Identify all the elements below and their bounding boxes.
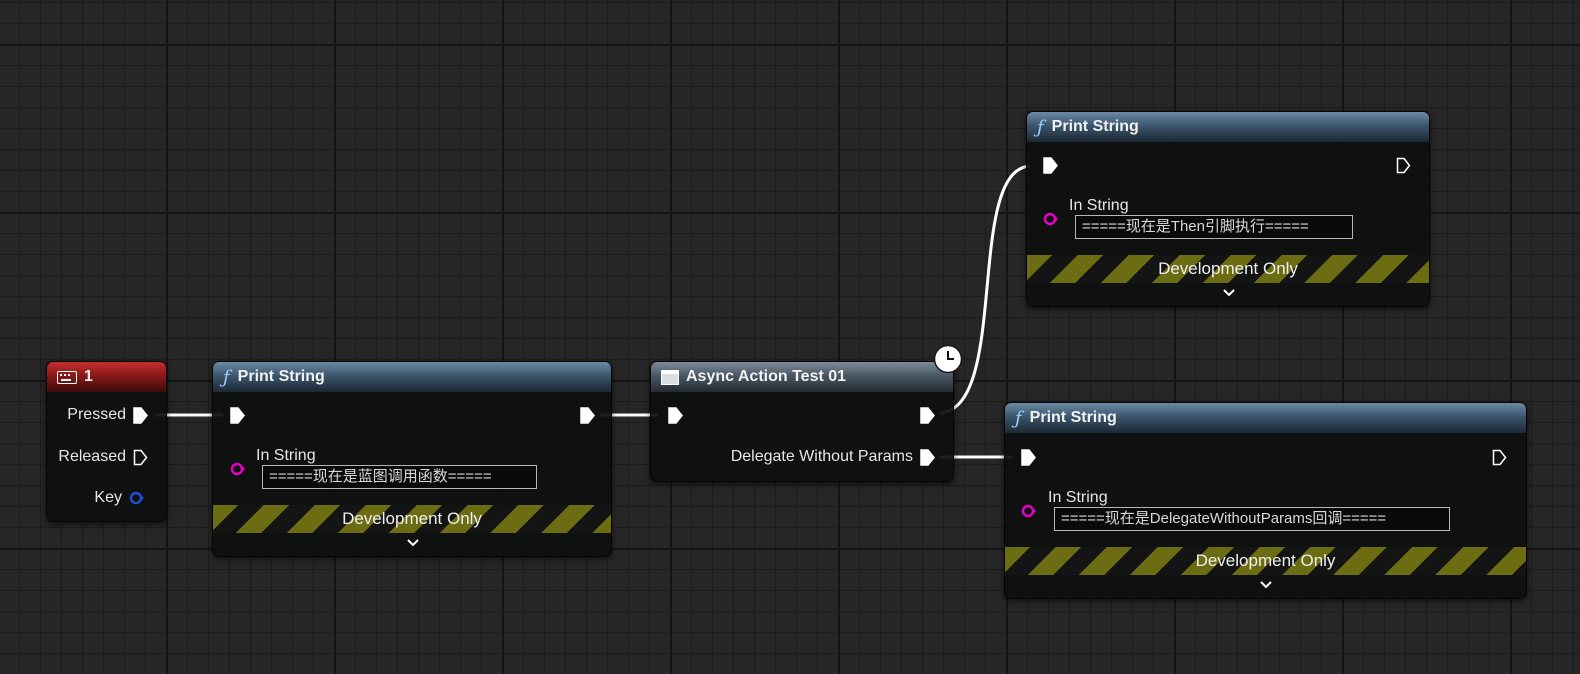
- print-string-3-header[interactable]: ƒ Print String: [1005, 403, 1526, 433]
- async-exec-in[interactable]: [668, 407, 683, 424]
- window-icon: [661, 369, 679, 385]
- in-string-label-1: In String: [256, 447, 316, 464]
- key-pin-label: Key: [94, 489, 122, 506]
- print-string-1-exec-in[interactable]: [230, 407, 245, 424]
- development-only-bar-3: Development Only: [1005, 547, 1526, 575]
- function-icon: ƒ: [1015, 407, 1022, 429]
- function-icon: ƒ: [1037, 116, 1044, 138]
- pressed-pin-label: Pressed: [67, 406, 126, 423]
- print-string-2-exec-out[interactable]: [1396, 157, 1411, 174]
- clock-icon: [933, 344, 963, 374]
- function-icon: ƒ: [223, 366, 230, 388]
- print-string-2-exec-in[interactable]: [1043, 157, 1058, 174]
- print-string-1-title: Print String: [237, 368, 325, 385]
- print-string-1-exec-out[interactable]: [580, 407, 595, 424]
- async-action-header[interactable]: Async Action Test 01: [651, 362, 953, 392]
- in-string-field-2[interactable]: =====现在是Then引脚执行=====: [1075, 215, 1353, 239]
- print-string-3-title: Print String: [1029, 409, 1117, 426]
- in-string-pin-2[interactable]: [1043, 211, 1059, 227]
- print-string-1-header[interactable]: ƒ Print String: [213, 362, 611, 392]
- delegate-exec-out[interactable]: [920, 449, 935, 466]
- print-string-2-header[interactable]: ƒ Print String: [1027, 112, 1429, 142]
- pressed-exec-pin[interactable]: [133, 407, 148, 424]
- expand-chevron-icon-1[interactable]: [406, 538, 420, 548]
- development-only-bar-2: Development Only: [1027, 255, 1429, 283]
- key-event-header[interactable]: 1: [47, 362, 166, 392]
- expand-chevron-icon-2[interactable]: [1222, 288, 1236, 298]
- print-string-node-2[interactable]: ƒ Print String In String =====现在是Then引脚执…: [1026, 111, 1430, 307]
- async-action-node[interactable]: Async Action Test 01 Delegate Without Pa…: [650, 361, 954, 482]
- delegate-pin-label: Delegate Without Params: [730, 448, 913, 465]
- key-struct-pin[interactable]: [129, 490, 145, 506]
- expand-chevron-icon-3[interactable]: [1259, 580, 1273, 590]
- print-string-3-exec-in[interactable]: [1021, 449, 1036, 466]
- in-string-label-2: In String: [1069, 197, 1129, 214]
- released-exec-pin[interactable]: [133, 449, 148, 466]
- in-string-field-1[interactable]: =====现在是蓝图调用函数=====: [262, 465, 537, 489]
- print-string-node-1[interactable]: ƒ Print String In String =====现在是蓝图调用函数=…: [212, 361, 612, 557]
- development-only-bar-1: Development Only: [213, 505, 611, 533]
- print-string-2-title: Print String: [1051, 118, 1139, 135]
- print-string-3-exec-out[interactable]: [1492, 449, 1507, 466]
- keyboard-icon: [57, 370, 77, 384]
- key-event-title: 1: [84, 368, 93, 385]
- in-string-field-3[interactable]: =====现在是DelegateWithoutParams回调=====: [1054, 507, 1450, 531]
- in-string-pin-1[interactable]: [230, 461, 246, 477]
- key-event-node[interactable]: 1 Pressed Released Key: [46, 361, 167, 522]
- in-string-pin-3[interactable]: [1021, 503, 1037, 519]
- async-action-title: Async Action Test 01: [686, 368, 847, 385]
- released-pin-label: Released: [58, 448, 126, 465]
- print-string-node-3[interactable]: ƒ Print String In String =====现在是Delegat…: [1004, 402, 1527, 599]
- in-string-label-3: In String: [1048, 489, 1108, 506]
- async-then-exec-out[interactable]: [920, 407, 935, 424]
